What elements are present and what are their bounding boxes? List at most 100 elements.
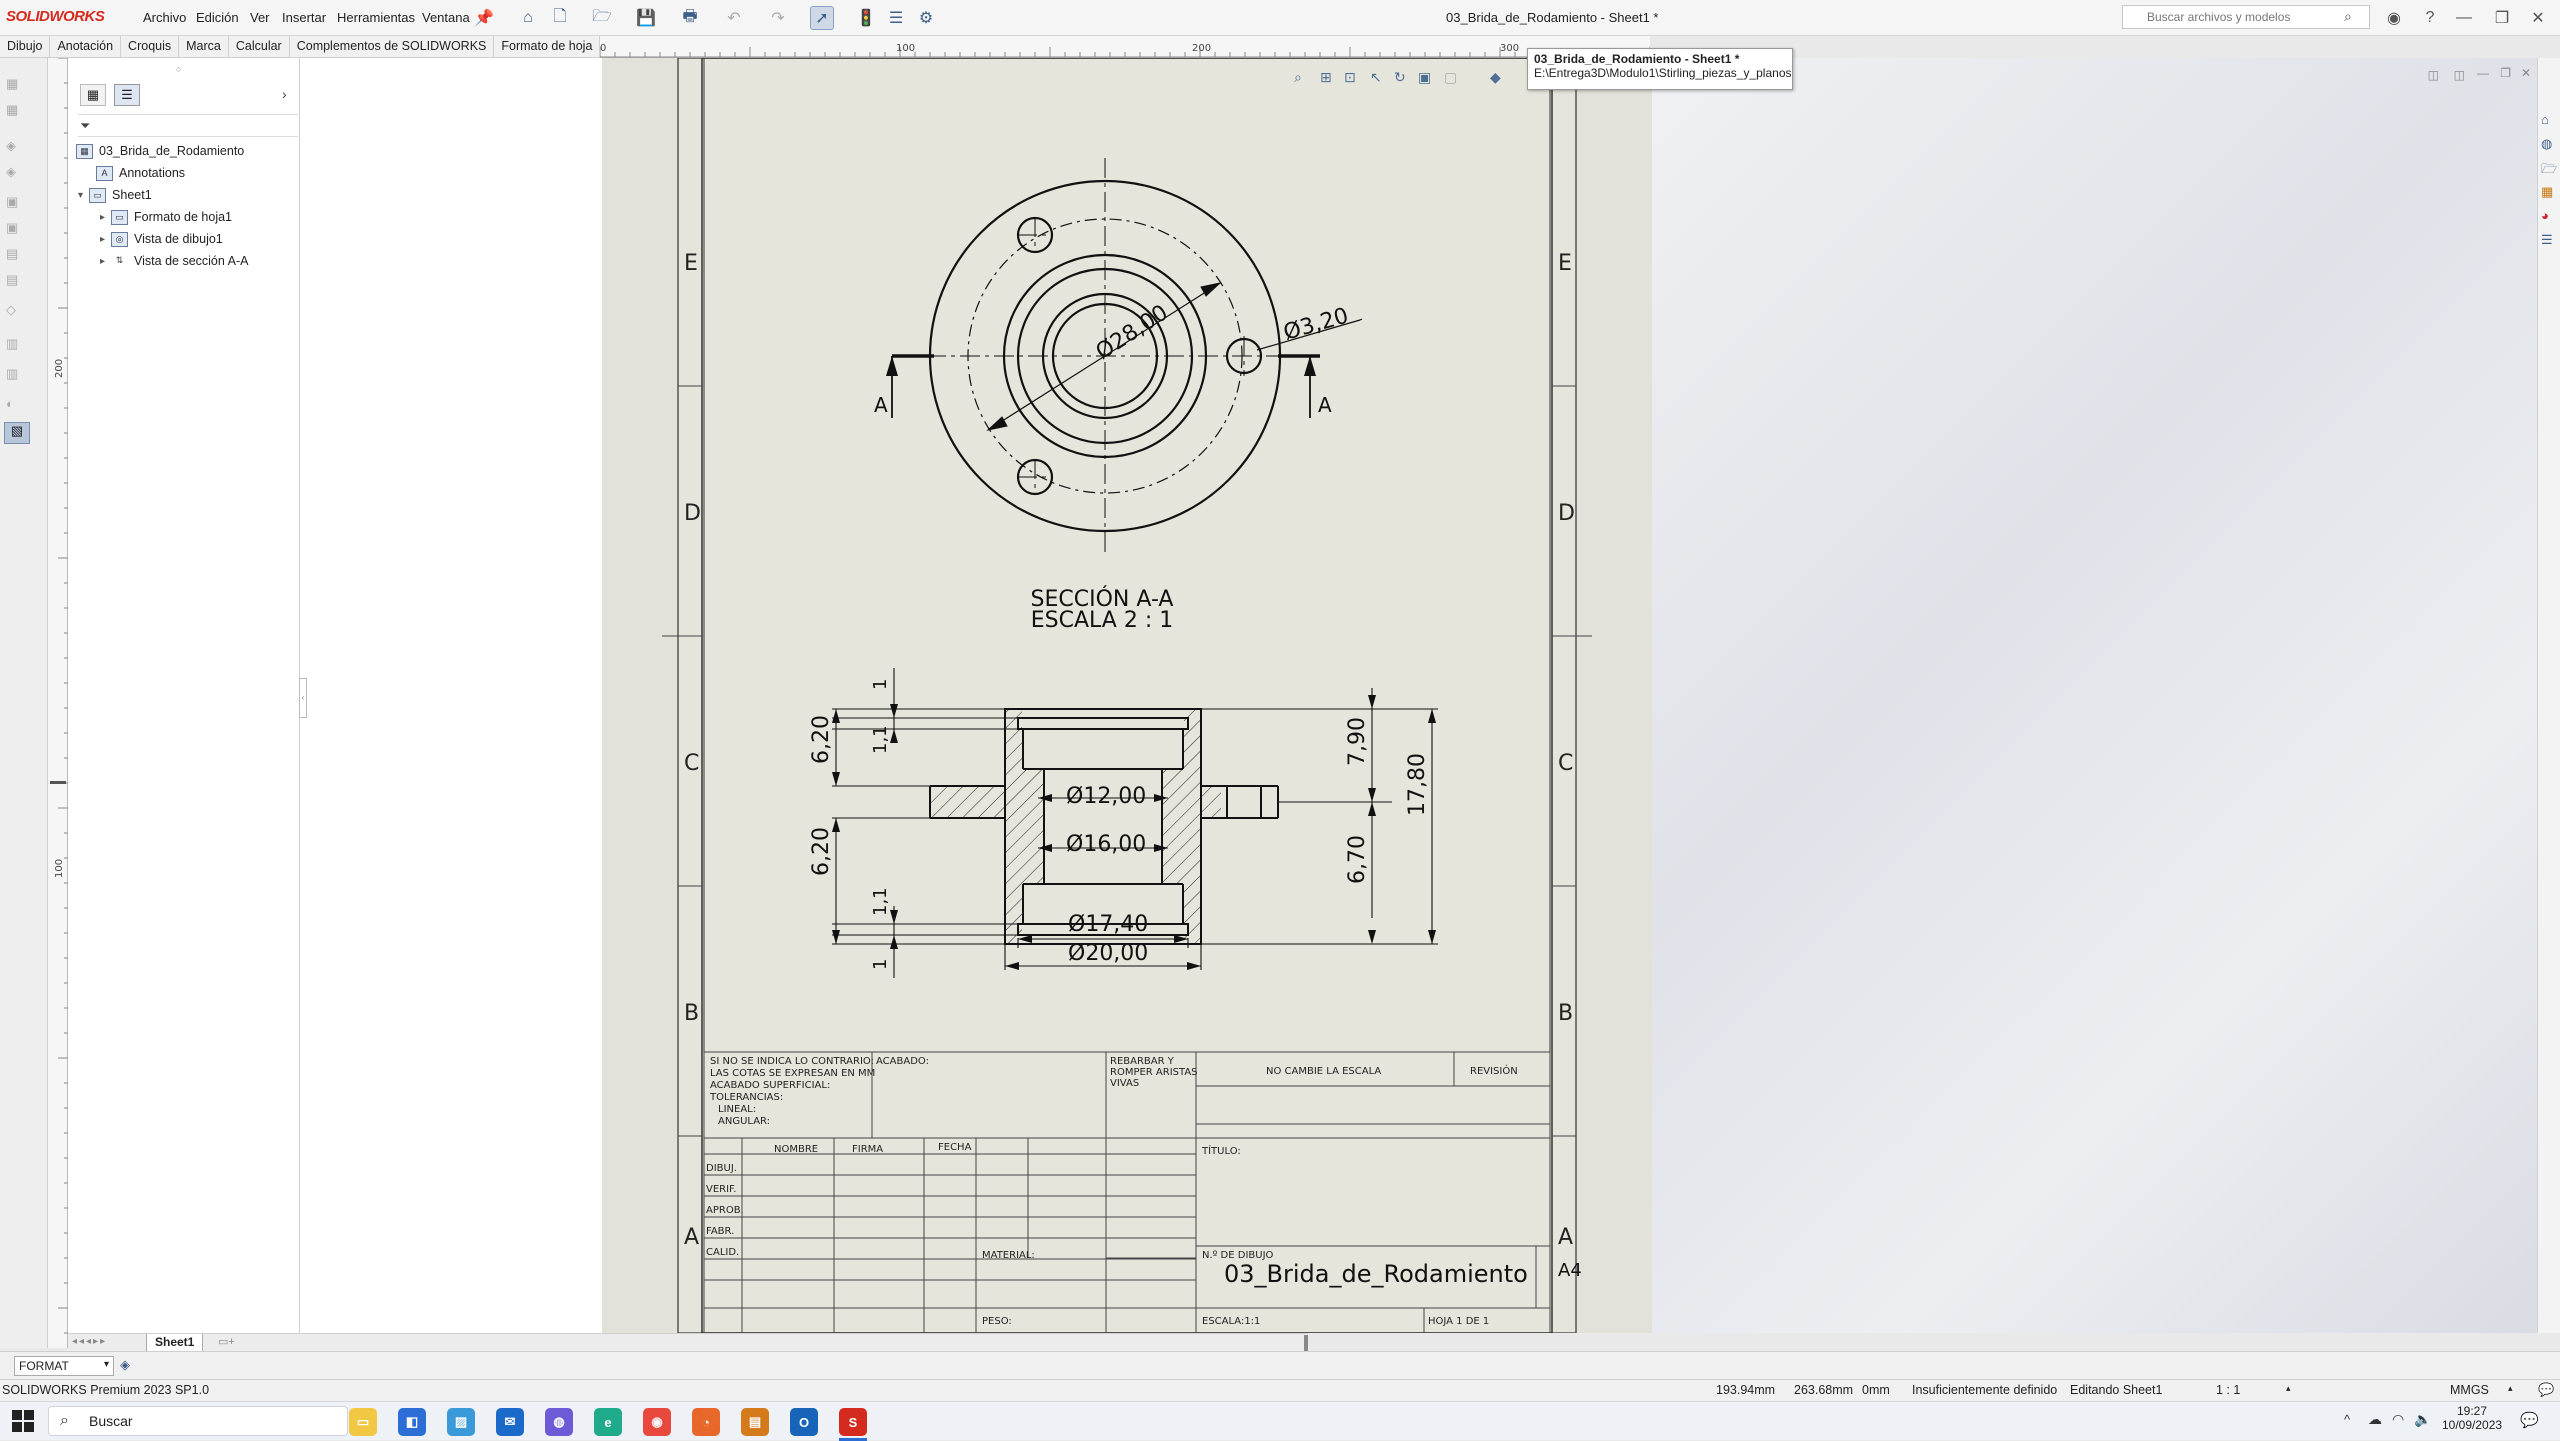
viewport-split-icon[interactable]: ◫	[2428, 68, 2439, 82]
display-style-icon[interactable]: ▣	[1418, 70, 1431, 86]
expand-panel-icon[interactable]: ›	[282, 86, 287, 102]
search-input[interactable]: Buscar archivos y modelos	[2122, 5, 2370, 29]
appearances-icon[interactable]: ◕	[2541, 208, 2549, 223]
taskbar-search-input[interactable]: Buscar	[48, 1406, 348, 1436]
dimension-1-1-bot[interactable]: 1,1	[870, 887, 891, 916]
solidworks-logo[interactable]: SOLIDWORKS	[6, 8, 105, 25]
app-icon[interactable]: ◍	[545, 1408, 573, 1436]
home-icon[interactable]: ⌂	[516, 6, 540, 30]
graphics-background[interactable]: ◫ ◫ — ❐ ✕	[1652, 58, 2537, 1333]
collapse-chevron-icon[interactable]: ▾	[78, 190, 83, 201]
doc-minimize-icon[interactable]: —	[2477, 66, 2489, 80]
tree-item-vista-de-seccion[interactable]: ▸ ⇅ Vista de sección A-A	[100, 250, 248, 272]
zoom-to-fit-icon[interactable]: ⌕	[1294, 70, 1302, 86]
tool-icon[interactable]: ▤	[6, 246, 26, 262]
property-manager-tab-icon[interactable]: ☰	[114, 84, 140, 106]
menu-archivo[interactable]: Archivo	[143, 10, 186, 25]
graphics-area-left[interactable]	[300, 58, 602, 1333]
chevron-up-icon[interactable]: ^	[2344, 1412, 2350, 1427]
wifi-icon[interactable]: ◠	[2392, 1411, 2404, 1428]
tabs-splitter[interactable]	[1304, 1335, 1308, 1351]
sheet-nav-arrows-icon[interactable]: ◂◂◂▸▸	[72, 1336, 107, 1347]
tab-formato-de-hoja[interactable]: Formato de hoja	[494, 36, 601, 58]
new-document-icon[interactable]: 🗋	[548, 6, 572, 30]
tool-icon[interactable]: ◈	[6, 138, 26, 154]
dimension-1-top[interactable]: 1	[870, 679, 891, 690]
close-icon[interactable]: ✕	[2526, 6, 2550, 30]
options-gear-icon[interactable]: ⚙	[914, 6, 938, 30]
tool-icon[interactable]: ▥	[6, 366, 26, 382]
tab-anotacion[interactable]: Anotación	[50, 36, 122, 58]
zoom-in-out-icon[interactable]: ⊡	[1344, 70, 1356, 86]
dimension-h6-70[interactable]: 6,70	[1345, 835, 1370, 884]
menu-insertar[interactable]: Insertar	[282, 10, 326, 25]
custom-properties-icon[interactable]: ☰	[2541, 232, 2553, 248]
outlook-app-icon[interactable]: O	[790, 1408, 818, 1436]
status-units[interactable]: MMGS	[2450, 1383, 2489, 1397]
hide-show-icon[interactable]: ▢	[1444, 70, 1457, 86]
app-icon[interactable]: ▤	[741, 1408, 769, 1436]
add-sheet-icon[interactable]: ▭+	[218, 1335, 235, 1348]
save-icon[interactable]: 💾	[634, 6, 658, 30]
zoom-area-icon[interactable]: ⊞	[1320, 70, 1332, 86]
photos-app-icon[interactable]: ▨	[447, 1408, 475, 1436]
open-folder-icon[interactable]: 🗁	[590, 6, 614, 30]
view-palette-icon[interactable]: ▦	[2541, 184, 2553, 200]
tab-croquis[interactable]: Croquis	[121, 36, 180, 58]
viewport-split-icon[interactable]: ◫	[2454, 68, 2465, 82]
chevron-up-icon[interactable]: ▴	[2508, 1383, 2513, 1394]
tool-icon[interactable]: ▤	[6, 272, 26, 288]
rebuild-icon[interactable]: 🚦	[854, 6, 878, 30]
dimension-d16[interactable]: Ø16,00	[1066, 832, 1146, 857]
sheet-tab[interactable]: Sheet1	[146, 1334, 204, 1352]
tree-item-formato-de-hoja[interactable]: ▸ ▭ Formato de hoja1	[100, 206, 232, 228]
tool-icon[interactable]: ◇	[6, 302, 26, 318]
doc-restore-icon[interactable]: ❐	[2500, 66, 2511, 80]
feature-manager-tab-icon[interactable]: ▦	[80, 84, 106, 106]
print-icon[interactable]: 🖶	[678, 6, 702, 30]
store-app-icon[interactable]: ◧	[398, 1408, 426, 1436]
panel-splitter-handle[interactable]: ‹	[299, 678, 307, 718]
file-explorer-app-icon[interactable]: ▭	[349, 1408, 377, 1436]
tab-complementos[interactable]: Complementos de SOLIDWORKS	[290, 36, 495, 58]
tab-dibujo[interactable]: Dibujo	[0, 36, 51, 58]
dimension-d12[interactable]: Ø12,00	[1066, 784, 1146, 809]
chevron-up-icon[interactable]: ▴	[2286, 1383, 2291, 1394]
expand-chevron-icon[interactable]: ▸	[100, 256, 105, 267]
tool-icon[interactable]: ▣	[6, 220, 26, 236]
view-setting-icon[interactable]: ◆	[1490, 70, 1501, 86]
design-library-icon[interactable]: ◍	[2541, 136, 2552, 152]
dimension-d17-4[interactable]: Ø17,40	[1068, 912, 1148, 937]
tool-icon[interactable]: ▦	[6, 102, 26, 118]
file-explorer-icon[interactable]: 🗁	[2541, 160, 2557, 182]
menu-herramientas[interactable]: Herramientas	[337, 10, 415, 25]
tool-icon[interactable]: ▥	[6, 336, 26, 352]
expand-chevron-icon[interactable]: ▸	[100, 212, 105, 223]
dimension-h6-20-top[interactable]: 6,20	[809, 715, 834, 764]
solidworks-app-icon[interactable]: S	[839, 1408, 867, 1436]
dimension-h17-80[interactable]: 17,80	[1405, 753, 1430, 816]
tree-item-annotations[interactable]: A Annotations	[96, 162, 185, 184]
mail-app-icon[interactable]: ✉	[496, 1408, 524, 1436]
menu-edicion[interactable]: Edición	[196, 10, 239, 25]
tree-item-root[interactable]: ▦ 03_Brida_de_Rodamiento	[76, 140, 244, 162]
search-icon[interactable]: ⌕	[2344, 8, 2352, 25]
undo-icon[interactable]: ↶	[722, 6, 746, 30]
firefox-app-icon[interactable]: ◔	[692, 1408, 720, 1436]
rotate-icon[interactable]: ↻	[1394, 70, 1406, 86]
active-tool-icon[interactable]: ▧	[4, 422, 30, 444]
pin-icon[interactable]: 📌	[472, 6, 496, 30]
tree-item-vista-de-dibujo[interactable]: ▸ ◎ Vista de dibujo1	[100, 228, 223, 250]
user-account-icon[interactable]: ◉	[2382, 6, 2406, 30]
minimize-icon[interactable]: —	[2452, 6, 2476, 30]
onedrive-icon[interactable]: ☁	[2368, 1411, 2382, 1428]
select-pointer-icon[interactable]: ➚	[810, 6, 834, 30]
tree-item-sheet[interactable]: ▾ ▭ Sheet1	[78, 184, 152, 206]
dimension-1-1-top[interactable]: 1,1	[870, 725, 891, 754]
edge-app-icon[interactable]: e	[594, 1408, 622, 1436]
doc-close-icon[interactable]: ✕	[2521, 66, 2531, 80]
layer-format-select[interactable]: FORMAT ▾	[14, 1356, 114, 1376]
dimension-h7-90[interactable]: 7,90	[1345, 717, 1370, 766]
resources-home-icon[interactable]: ⌂	[2541, 112, 2549, 127]
tool-icon[interactable]: ▦	[6, 76, 26, 92]
